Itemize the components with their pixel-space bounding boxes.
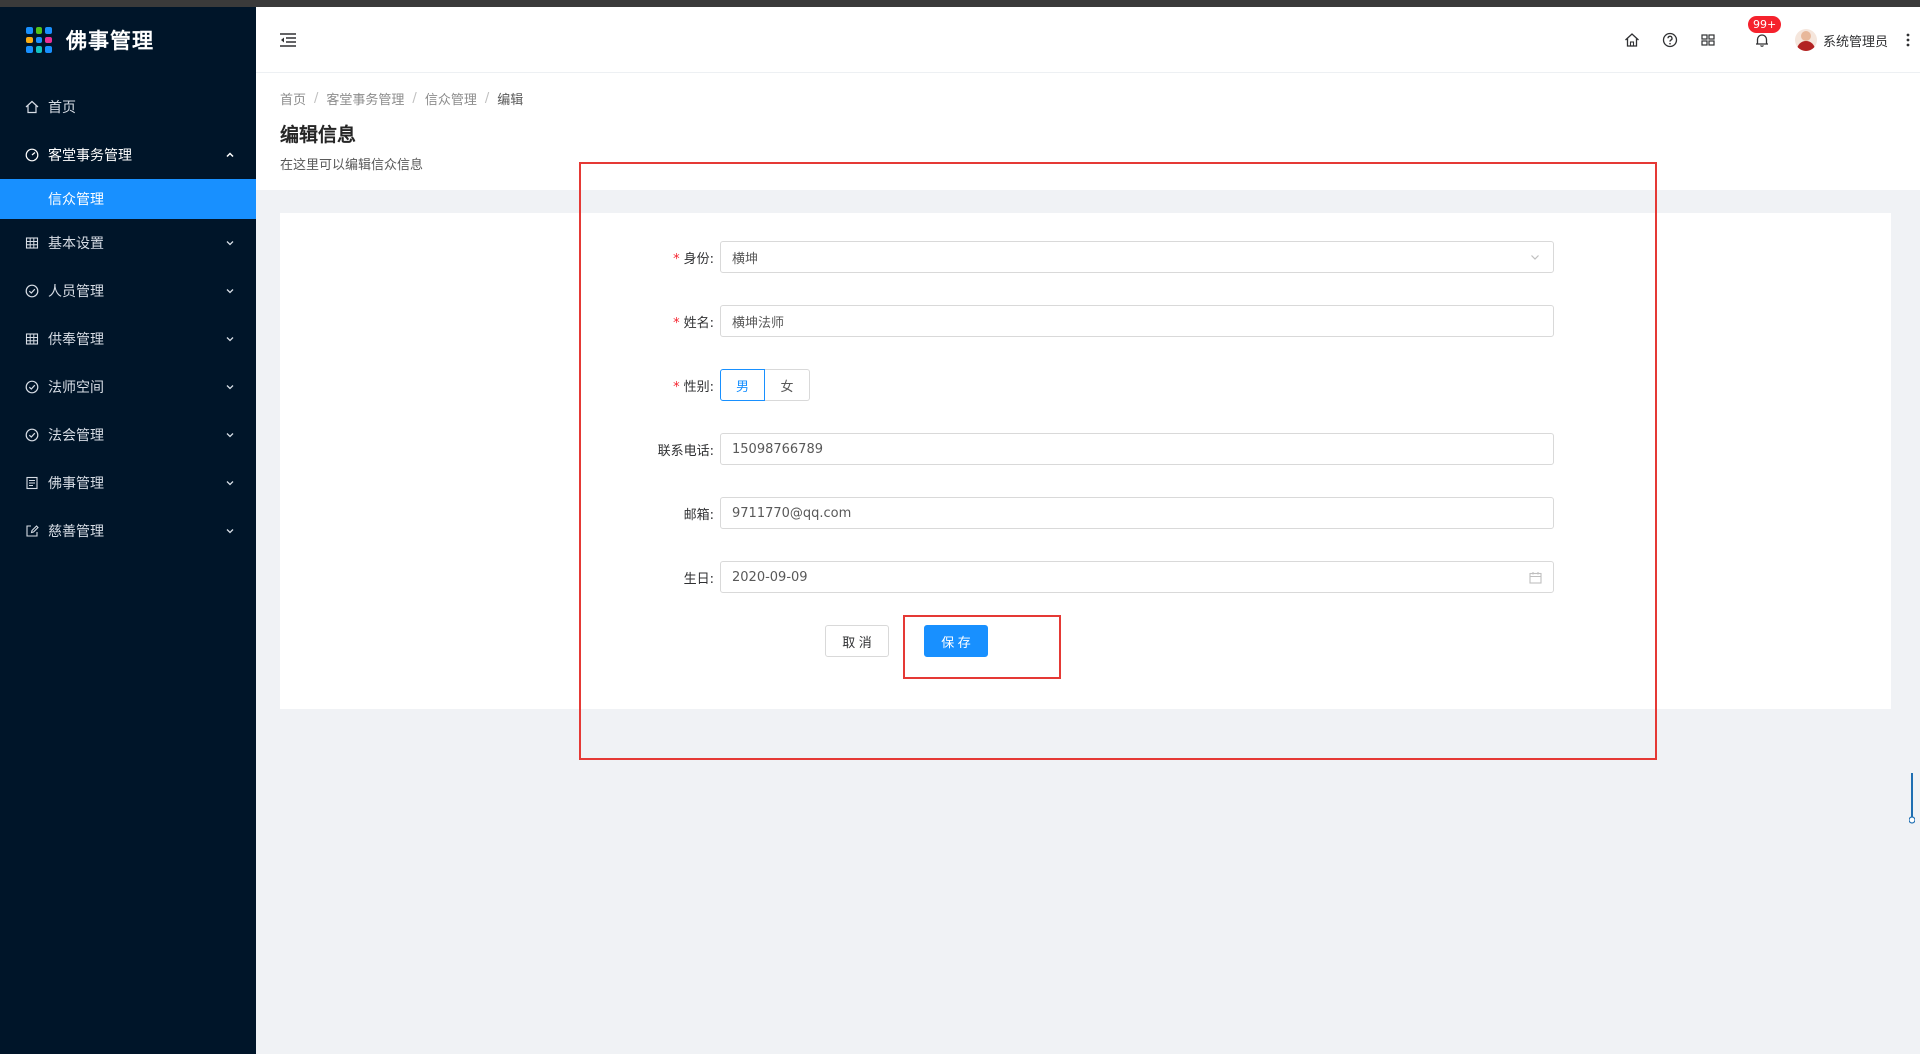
name-label: * 姓名: [673,315,714,331]
sidebar: 佛事管理 首页 客堂事务管理 信众管理 基本设置 人员管理 供奉管理 法师空间 … [0,7,256,1054]
save-button[interactable]: 保 存 [924,625,988,657]
user-name: 系统管理员 [1822,34,1888,50]
user-menu[interactable]: 系统管理员 [1794,29,1888,51]
sidebar-item-home[interactable]: 首页 [0,83,256,131]
form-row-identity: * 身份: 横坤 [280,241,1891,273]
top-header: 99+ 系统管理员 [256,7,1920,73]
logo[interactable]: 佛事管理 [0,7,256,73]
notification-badge: 99+ [1746,15,1783,34]
chevron-down-icon [224,525,236,537]
form-row-phone: 联系电话: 15098766789 [280,433,1891,465]
sidebar-item-label: 供奉管理 [48,332,104,348]
identity-label: * 身份: [673,251,714,267]
app-title: 佛事管理 [66,29,154,53]
avatar [1794,29,1817,51]
form-row-gender: * 性别: 男 女 [280,369,1891,401]
sidebar-item-personnel[interactable]: 人员管理 [0,267,256,315]
calendar-icon [1528,570,1542,584]
sidebar-item-label: 法师空间 [48,380,104,396]
chevron-down-icon [224,381,236,393]
scroll-handle[interactable] [1908,773,1916,825]
sidebar-menu: 首页 客堂事务管理 信众管理 基本设置 人员管理 供奉管理 法师空间 法会管理 … [0,83,256,555]
identity-select[interactable]: 横坤 [720,241,1554,273]
breadcrumb-separator: / [412,91,417,106]
table-icon [24,331,40,347]
edit-form-card: * 身份: 横坤 * 姓名: 横坤法师 * 性别: 男 女 联系电话: 1509… [280,213,1891,709]
phone-input[interactable]: 15098766789 [720,433,1554,465]
sidebar-item-label: 客堂事务管理 [48,148,132,164]
chevron-down-icon [224,333,236,345]
app-grid-icon [26,27,52,53]
birthday-label: 生日: [683,571,714,587]
sidebar-item-offering[interactable]: 供奉管理 [0,315,256,363]
menu-fold-icon[interactable] [278,31,298,49]
sidebar-item-label: 法会管理 [48,428,104,444]
phone-value: 15098766789 [732,441,823,457]
breadcrumb-believers[interactable]: 信众管理 [425,89,477,108]
breadcrumb-separator: / [484,91,490,106]
apps-icon[interactable] [1699,31,1717,49]
name-value: 横坤法师 [732,315,785,331]
form-row-name: * 姓名: 横坤法师 [280,305,1891,337]
sidebar-item-label: 首页 [48,100,76,116]
window-top-strip [0,0,1920,7]
sidebar-item-charity[interactable]: 慈善管理 [0,507,256,555]
form-row-email: 邮箱: 9711770@qq.com [280,497,1891,529]
gender-radio-group: 男 女 [720,369,810,401]
form-row-birthday: 生日: 2020-09-09 [280,561,1891,593]
birthday-value: 2020-09-09 [732,569,808,585]
sidebar-item-label: 基本设置 [48,236,104,252]
sidebar-item-label: 佛事管理 [48,476,104,492]
sidebar-item-basic-settings[interactable]: 基本设置 [0,219,256,267]
chevron-down-icon [224,477,236,489]
chevron-down-icon [224,237,236,249]
sidebar-item-believers[interactable]: 信众管理 [0,179,256,219]
chevron-down-icon [224,429,236,441]
sidebar-item-label: 人员管理 [48,284,104,300]
gender-option-female[interactable]: 女 [765,369,810,401]
page-header: 首页 / 客堂事务管理 / 信众管理 / 编辑 编辑信息 在这里可以编辑信众信息 [256,73,1920,190]
sidebar-item-master-space[interactable]: 法师空间 [0,363,256,411]
name-input[interactable]: 横坤法师 [720,305,1554,337]
cancel-button[interactable]: 取 消 [825,625,889,657]
dashboard-icon [24,147,40,163]
breadcrumb-separator: / [314,91,319,106]
phone-label: 联系电话: [657,443,714,459]
sidebar-item-label: 信众管理 [48,192,104,208]
email-value: 9711770@qq.com [732,505,852,521]
gender-option-male[interactable]: 男 [720,369,765,401]
email-input[interactable]: 9711770@qq.com [720,497,1554,529]
sidebar-item-buddhist-affairs[interactable]: 佛事管理 [0,459,256,507]
home-icon[interactable] [1623,31,1641,49]
profile-icon [24,475,40,491]
check-circle-icon [24,283,40,299]
page-description: 在这里可以编辑信众信息 [280,158,424,173]
bell-icon[interactable]: 99+ [1746,15,1783,49]
breadcrumb-current: 编辑 [497,93,524,108]
breadcrumb-reception[interactable]: 客堂事务管理 [326,89,404,108]
birthday-datepicker[interactable]: 2020-09-09 [720,561,1554,593]
breadcrumb: 首页 / 客堂事务管理 / 信众管理 / 编辑 [280,89,1896,108]
sidebar-item-dharma-assembly[interactable]: 法会管理 [0,411,256,459]
more-vertical-icon[interactable] [1900,31,1916,49]
chevron-down-icon [1528,250,1542,264]
header-actions: 99+ 系统管理员 [1613,7,1920,73]
home-icon [24,99,40,115]
sidebar-item-reception[interactable]: 客堂事务管理 [0,131,256,179]
page-title: 编辑信息 [280,124,357,146]
chevron-down-icon [224,285,236,297]
breadcrumb-home[interactable]: 首页 [280,89,306,108]
sidebar-item-label: 慈善管理 [48,524,104,540]
chevron-up-icon [224,149,236,161]
identity-value: 横坤 [732,251,759,267]
gender-label: * 性别: [673,379,714,395]
table-icon [24,235,40,251]
check-circle-icon [24,379,40,395]
edit-icon [24,523,40,539]
help-icon[interactable] [1661,31,1679,49]
check-circle-icon [24,427,40,443]
email-label: 邮箱: [683,507,714,523]
